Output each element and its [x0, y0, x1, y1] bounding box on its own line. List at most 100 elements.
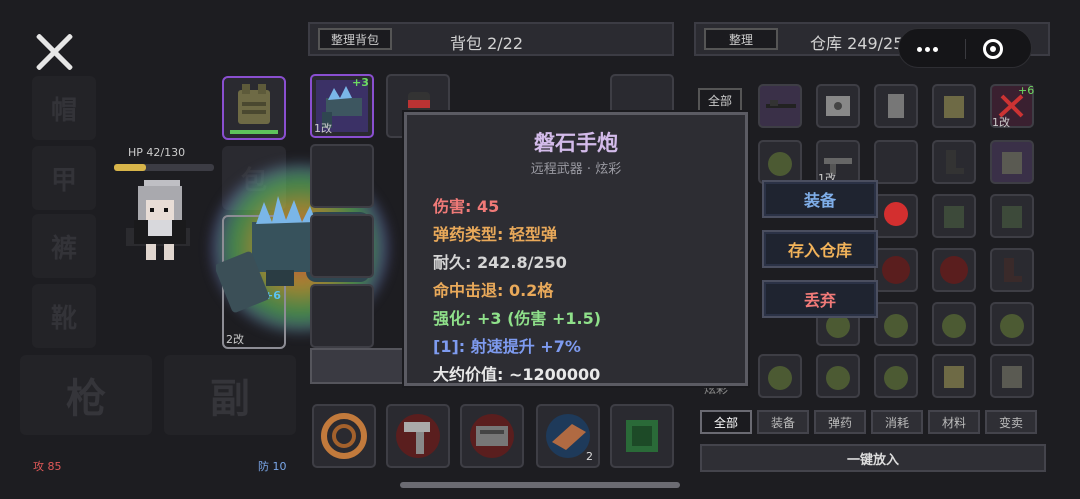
backpack-empty-slot[interactable]: [310, 144, 374, 208]
sort-backpack-button[interactable]: 整理背包: [318, 28, 392, 50]
slot-boots-label: 靴: [50, 303, 77, 334]
discard-button[interactable]: 丢弃: [762, 280, 878, 318]
vest-icon: [944, 366, 964, 388]
slot-hat-label: 帽: [50, 95, 77, 126]
sort-warehouse-button[interactable]: 整理: [704, 28, 778, 50]
hp-bar-fill: [114, 164, 146, 171]
boots-icon: [1004, 258, 1022, 282]
tab-equipment-label: 装备: [770, 415, 795, 430]
put-all-button[interactable]: 一键放入: [700, 444, 1046, 472]
backpack-empty-slot[interactable]: [310, 214, 374, 278]
helmet-green-icon: [884, 366, 908, 390]
helmet-green-icon: [942, 314, 966, 338]
quick-item-circuit[interactable]: [460, 404, 524, 468]
tab-equipment[interactable]: 装备: [757, 410, 809, 434]
tooltip-damage: 伤害: 45: [433, 197, 500, 216]
put-all-label: 一键放入: [846, 452, 899, 468]
gun-part-icon: [396, 414, 440, 458]
slot-hat[interactable]: 帽: [32, 76, 96, 140]
slot-gun-label: 枪: [66, 376, 106, 422]
warehouse-item-safe[interactable]: [816, 84, 860, 128]
safe-box-icon: [826, 96, 850, 116]
defense-stat: 防 10: [258, 460, 287, 473]
equip-label: 装备: [803, 191, 836, 210]
warehouse-item-rifle-rainbow[interactable]: [758, 84, 802, 128]
vest-icon: [944, 96, 964, 118]
quick-item-rope[interactable]: [312, 404, 376, 468]
warehouse-item-helmet[interactable]: [758, 140, 802, 184]
backpack-header: 整理背包 背包 2/22: [308, 22, 674, 56]
warehouse-item-boots[interactable]: [932, 140, 976, 184]
slot-armor[interactable]: 甲: [32, 146, 96, 210]
quick-item-count: 2: [586, 450, 593, 463]
warehouse-item-vest-dark[interactable]: [932, 194, 976, 238]
warehouse-item-plate[interactable]: [874, 84, 918, 128]
warehouse-item-helmet-green[interactable]: [990, 302, 1034, 346]
tooltip-item-name: 磐石手炮: [534, 131, 618, 155]
r1-upgrade-badge: +6: [1018, 84, 1035, 97]
discard-label: 丢弃: [803, 291, 836, 310]
circuit-board-icon: [470, 414, 514, 458]
green-chip-icon: [626, 420, 658, 452]
tab-sell[interactable]: 变卖: [985, 410, 1037, 434]
warehouse-item-rainbow-vest[interactable]: [990, 140, 1034, 184]
slot-boots[interactable]: 靴: [32, 284, 96, 348]
tab-materials[interactable]: 材料: [928, 410, 980, 434]
helmet-green-icon: [884, 314, 908, 338]
slot-pants[interactable]: 裤: [32, 214, 96, 278]
hp-bar: [114, 164, 214, 171]
exit-miniprogram-icon[interactable]: [983, 39, 1003, 59]
tooltip-ammo-type: 弹药类型: 轻型弹: [433, 225, 557, 244]
scroll-indicator[interactable]: [400, 482, 680, 488]
ammo-box-icon: [940, 256, 968, 284]
warehouse-item-ammo[interactable]: [874, 248, 918, 292]
tab-ammo[interactable]: 弹药: [814, 410, 866, 434]
quick-item-ingot[interactable]: 2: [536, 404, 600, 468]
tooltip-knockback: 命中击退: 0.2格: [433, 281, 554, 300]
side-filter-all-label: 全部: [707, 93, 732, 108]
warehouse-item-helmet-green[interactable]: [874, 354, 918, 398]
tab-all[interactable]: 全部: [700, 410, 752, 434]
warehouse-item-smg[interactable]: 1改: [816, 140, 860, 185]
tab-consumables[interactable]: 消耗: [871, 410, 923, 434]
sort-backpack-label: 整理背包: [330, 32, 379, 47]
quick-item-rifle-part[interactable]: [386, 404, 450, 468]
warehouse-item-helmet-green[interactable]: [758, 354, 802, 398]
r1-mod-badge: 1改: [992, 116, 1010, 129]
warehouse-item-scissors[interactable]: +6 1改: [990, 84, 1035, 129]
backpack-empty-slot[interactable]: [310, 284, 374, 348]
equipped-vest-slot[interactable]: [222, 76, 286, 140]
slot-pants-label: 裤: [50, 233, 77, 264]
slot-sub[interactable]: 副: [164, 355, 296, 435]
equip-button[interactable]: 装备: [762, 180, 878, 218]
warehouse-item-helmet-green[interactable]: [816, 354, 860, 398]
warehouse-item-helmet-green[interactable]: [932, 302, 976, 346]
backpack-input-bar[interactable]: [310, 348, 406, 384]
close-button[interactable]: [32, 30, 76, 74]
backpack-item-hand-cannon[interactable]: +3 1改: [310, 74, 374, 138]
tab-materials-label: 材料: [941, 415, 966, 430]
store-warehouse-button[interactable]: 存入仓库: [762, 230, 878, 268]
helmet-green-icon: [768, 366, 792, 390]
sort-warehouse-label: 整理: [728, 32, 753, 47]
tab-ammo-label: 弹药: [827, 415, 852, 430]
tooltip-enhance: 强化: +3 (伤害 +1.5): [433, 309, 602, 328]
warehouse-item-vest[interactable]: [990, 354, 1034, 398]
warehouse-item-vest[interactable]: [932, 84, 976, 128]
warehouse-empty-slot[interactable]: [874, 140, 918, 184]
quick-item-chip[interactable]: [610, 404, 674, 468]
vest-rainbow-icon: [1002, 152, 1022, 174]
attack-stat: 攻 85: [33, 460, 62, 473]
warehouse-item-helmet-green[interactable]: [874, 302, 918, 346]
warehouse-item-vest[interactable]: [932, 354, 976, 398]
warehouse-item-boots-2[interactable]: [990, 248, 1034, 292]
warehouse-item-vest-dark[interactable]: [990, 194, 1034, 238]
warehouse-item-ammo[interactable]: [932, 248, 976, 292]
side-filter-all[interactable]: 全部: [698, 88, 742, 112]
item-upgrade-badge: +3: [352, 76, 369, 89]
warehouse-item-balloon[interactable]: [874, 194, 918, 238]
player-character-sprite: [126, 180, 190, 260]
more-menu-icon[interactable]: [917, 47, 939, 52]
slot-gun[interactable]: 枪: [20, 355, 152, 435]
tooltip-durability: 耐久: 242.8/250: [433, 253, 567, 272]
